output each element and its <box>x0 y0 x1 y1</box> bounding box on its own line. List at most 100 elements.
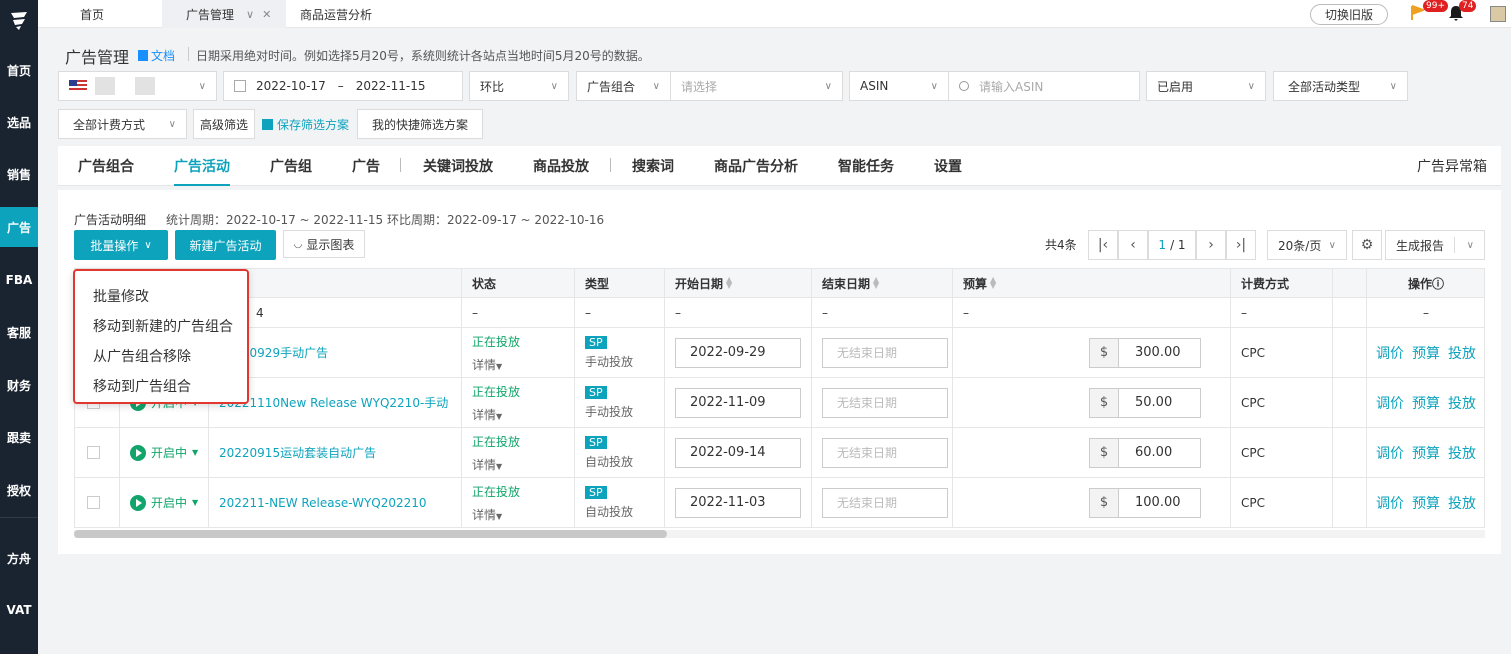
tab-ads[interactable]: 广告 <box>352 146 380 186</box>
gear-icon[interactable]: ⚙ <box>1352 230 1382 260</box>
campaign-type-select[interactable]: 全部活动类型 ∨ <box>1273 71 1408 101</box>
last-page-icon[interactable]: ›| <box>1226 230 1256 260</box>
budget-input[interactable]: $300.00 <box>1089 337 1201 368</box>
horizontal-scrollbar[interactable] <box>74 530 1485 538</box>
details-dropdown[interactable]: 详情▼ <box>472 506 520 523</box>
campaign-name-link[interactable]: 202211-NEW Release-WYQ202210 <box>208 478 461 527</box>
sidebar-item-selection[interactable]: 选品 <box>0 102 38 142</box>
tab-product-targeting[interactable]: 商品投放 <box>533 146 589 186</box>
menu-item-batch-edit[interactable]: 批量修改 <box>75 281 247 311</box>
menu-item-remove-from-portfolio[interactable]: 从广告组合移除 <box>75 341 247 371</box>
details-dropdown[interactable]: 详情▼ <box>472 406 520 423</box>
prev-page-icon[interactable]: ‹ <box>1118 230 1148 260</box>
start-date-input[interactable]: 2022-11-09 <box>675 387 801 418</box>
billing-select[interactable]: 全部计费方式 ∨ <box>58 109 187 139</box>
flag-icon[interactable] <box>1410 5 1424 21</box>
sidebar-item-ads[interactable]: 广告 <box>0 207 38 247</box>
menu-item-move-to-portfolio[interactable]: 移动到广告组合 <box>75 371 247 401</box>
details-dropdown[interactable]: 详情▼ <box>472 356 520 373</box>
targeting-link[interactable]: 投放 <box>1448 493 1476 513</box>
end-date-input[interactable]: 无结束日期 <box>822 437 948 468</box>
switch-old-button[interactable]: 切换旧版 <box>1310 4 1388 25</box>
campaign-state-toggle[interactable]: 开启中▼ <box>130 494 198 511</box>
batch-operation-button[interactable]: 批量操作 ∨ <box>74 230 168 260</box>
logo-icon[interactable] <box>0 0 38 40</box>
top-tab-home[interactable]: 首页 <box>80 0 104 28</box>
sidebar-item-finance[interactable]: 财务 <box>0 365 38 405</box>
page-size-select[interactable]: 20条/页 ∨ <box>1267 230 1347 260</box>
budget-link[interactable]: 预算 <box>1412 393 1440 413</box>
tab-keyword-targeting[interactable]: 关键词投放 <box>423 146 493 186</box>
header-start-date[interactable]: 开始日期 ▲ ▼ <box>664 269 811 297</box>
sidebar-item-fba[interactable]: FBA <box>0 260 38 300</box>
close-icon[interactable]: ✕ <box>262 8 271 21</box>
compare-select[interactable]: 环比 ∨ <box>469 71 569 101</box>
tab-smart-tasks[interactable]: 智能任务 <box>838 146 894 186</box>
budget-link[interactable]: 预算 <box>1412 443 1440 463</box>
save-filter-scheme-link[interactable]: 保存筛选方案 <box>262 116 349 133</box>
scrollbar-thumb[interactable] <box>74 530 667 538</box>
details-dropdown[interactable]: 详情▼ <box>472 456 520 473</box>
row-checkbox[interactable] <box>87 446 100 459</box>
group-value-select[interactable]: 请选择 ∨ <box>670 71 843 101</box>
page-indicator[interactable]: 1/ 1 <box>1148 230 1196 260</box>
chevron-down-icon[interactable]: ∨ <box>246 8 254 21</box>
adjust-bid-link[interactable]: 调价 <box>1376 393 1404 413</box>
end-date-input[interactable]: 无结束日期 <box>822 487 948 518</box>
tab-settings[interactable]: 设置 <box>934 146 962 186</box>
end-date-input[interactable]: 无结束日期 <box>822 387 948 418</box>
budget-input[interactable]: $60.00 <box>1089 437 1201 468</box>
campaign-name-link[interactable]: 20220915运动套装自动广告 <box>208 428 461 477</box>
asin-search-input[interactable]: 请输入ASIN <box>948 71 1140 101</box>
avatar[interactable] <box>1490 6 1506 22</box>
advanced-filter-button[interactable]: 高级筛选 <box>193 109 255 139</box>
budget-input[interactable]: $50.00 <box>1089 387 1201 418</box>
asin-type-select[interactable]: ASIN ∨ <box>849 71 949 101</box>
first-page-icon[interactable]: |‹ <box>1088 230 1118 260</box>
sidebar-item-ark[interactable]: 方舟 <box>0 538 38 578</box>
adjust-bid-link[interactable]: 调价 <box>1376 443 1404 463</box>
sidebar-item-service[interactable]: 客服 <box>0 312 38 352</box>
sidebar-item-vat[interactable]: VAT <box>0 590 38 630</box>
ad-anomaly-box-link[interactable]: 广告异常箱 <box>1417 146 1487 186</box>
tab-product-ad-analysis[interactable]: 商品广告分析 <box>714 146 798 186</box>
adjust-bid-link[interactable]: 调价 <box>1376 493 1404 513</box>
menu-item-move-to-new-portfolio[interactable]: 移动到新建的广告组合 <box>75 311 247 341</box>
top-tab-product-analysis[interactable]: 商品运营分析 <box>300 0 372 28</box>
row-checkbox[interactable] <box>87 496 100 509</box>
targeting-link[interactable]: 投放 <box>1448 443 1476 463</box>
adjust-bid-link[interactable]: 调价 <box>1376 343 1404 363</box>
end-date-input[interactable]: 无结束日期 <box>822 337 948 368</box>
campaign-state-toggle[interactable]: 开启中▼ <box>130 444 198 461</box>
my-schemes-button[interactable]: 我的快捷筛选方案 <box>357 109 483 139</box>
targeting-link[interactable]: 投放 <box>1448 393 1476 413</box>
start-date-input[interactable]: 2022-11-03 <box>675 487 801 518</box>
budget-link[interactable]: 预算 <box>1412 493 1440 513</box>
tab-ad-groups[interactable]: 广告组 <box>270 146 312 186</box>
budget-input[interactable]: $100.00 <box>1089 487 1201 518</box>
tab-search-terms[interactable]: 搜索词 <box>632 146 674 186</box>
show-chart-button[interactable]: ◡ 显示图表 <box>283 230 365 258</box>
sidebar-item-home[interactable]: 首页 <box>0 50 38 90</box>
date-range-picker[interactable]: 2022-10-17 – 2022-11-15 <box>223 71 463 101</box>
budget-link[interactable]: 预算 <box>1412 343 1440 363</box>
tab-portfolio[interactable]: 广告组合 <box>78 146 134 186</box>
sidebar-item-sales[interactable]: 销售 <box>0 154 38 194</box>
new-campaign-button[interactable]: 新建广告活动 <box>175 230 276 260</box>
sidebar-item-follow[interactable]: 跟卖 <box>0 417 38 457</box>
chevron-down-icon[interactable]: ∨ <box>1467 240 1474 251</box>
top-tab-ad-management[interactable]: 广告管理 ∨ ✕ <box>162 0 286 28</box>
doc-link[interactable]: 文档 <box>138 47 175 64</box>
next-page-icon[interactable]: › <box>1196 230 1226 260</box>
header-end-date[interactable]: 结束日期 ▲ ▼ <box>811 269 952 297</box>
sidebar-item-auth[interactable]: 授权 <box>0 470 38 510</box>
start-date-input[interactable]: 2022-09-29 <box>675 337 801 368</box>
targeting-link[interactable]: 投放 <box>1448 343 1476 363</box>
generate-report-button[interactable]: 生成报告 ∨ <box>1385 230 1485 260</box>
tab-campaigns[interactable]: 广告活动 <box>174 146 230 186</box>
start-date-input[interactable]: 2022-09-14 <box>675 437 801 468</box>
group-type-select[interactable]: 广告组合 ∨ <box>576 71 671 101</box>
header-budget[interactable]: 预算 ▲ ▼ <box>952 269 1230 297</box>
marketplace-select[interactable]: ∨ <box>58 71 217 101</box>
status-select[interactable]: 已启用 ∨ <box>1146 71 1266 101</box>
